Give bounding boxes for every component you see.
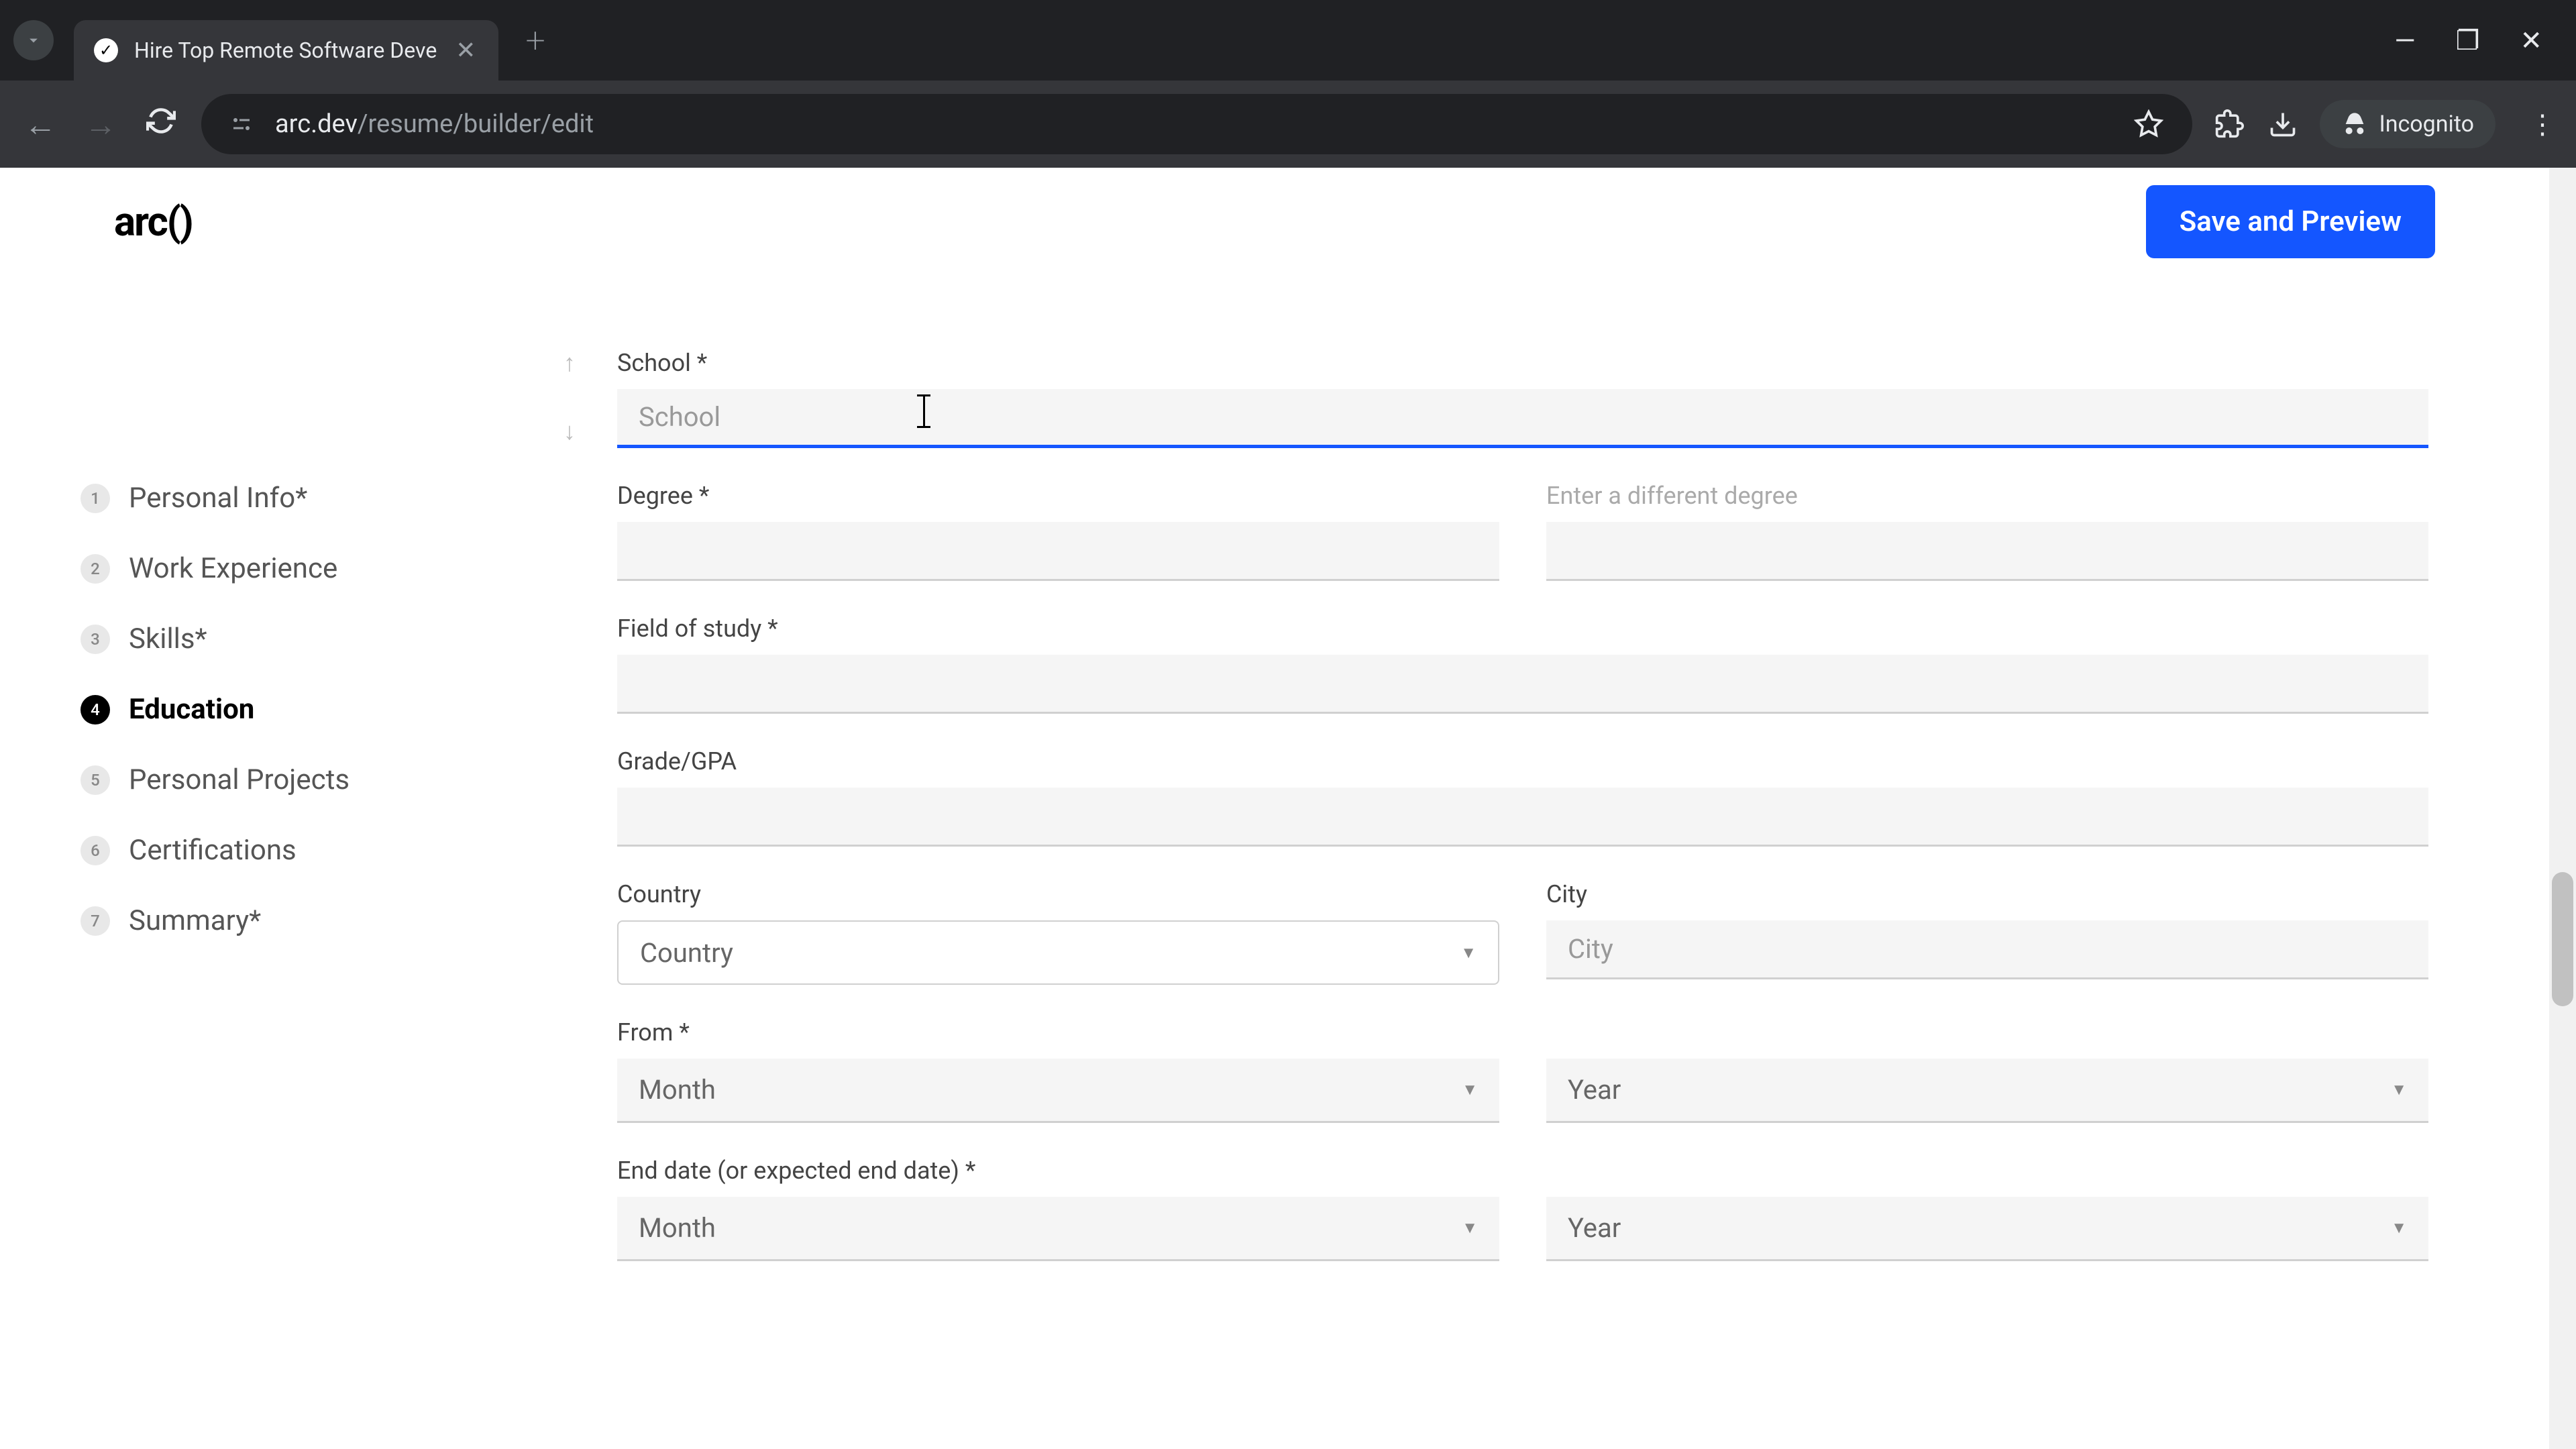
step-label: Education: [129, 693, 254, 726]
incognito-label: Incognito: [2379, 111, 2474, 138]
caret-down-icon: ▼: [1462, 1080, 1478, 1099]
step-label: Summary*: [129, 904, 261, 937]
country-select[interactable]: Country ▼: [617, 920, 1499, 985]
step-number: 3: [80, 625, 110, 654]
chevron-down-icon: [24, 31, 43, 50]
from-label: From *: [617, 1018, 1499, 1046]
step-label: Work Experience: [129, 552, 337, 585]
school-label: School *: [617, 349, 2428, 377]
step-education[interactable]: 4 Education: [80, 674, 550, 745]
tab-favicon: ✓: [94, 38, 118, 62]
browser-titlebar: ✓ Hire Top Remote Software Deve ✕ + — ❐ …: [0, 0, 2576, 80]
step-number: 6: [80, 836, 110, 865]
step-label: Certifications: [129, 834, 297, 867]
step-skills[interactable]: 3 Skills*: [80, 604, 550, 674]
from-year-select[interactable]: Year ▼: [1546, 1059, 2428, 1123]
save-preview-button[interactable]: Save and Preview: [2146, 185, 2435, 258]
end-year-select[interactable]: Year ▼: [1546, 1197, 2428, 1261]
degree-input[interactable]: [617, 522, 1499, 581]
step-work-experience[interactable]: 2 Work Experience: [80, 533, 550, 604]
reorder-controls: ↑ ↓: [564, 349, 576, 445]
reload-icon: [146, 106, 176, 136]
move-up-button[interactable]: ↑: [564, 349, 576, 377]
step-personal-projects[interactable]: 5 Personal Projects: [80, 745, 550, 815]
maximize-button[interactable]: ❐: [2456, 25, 2480, 56]
site-settings-icon[interactable]: [228, 111, 255, 138]
field-of-study-input[interactable]: [617, 655, 2428, 714]
school-input[interactable]: [617, 389, 2428, 448]
bookmark-button[interactable]: [2132, 107, 2165, 141]
steps-sidebar: 1 Personal Info* 2 Work Experience 3 Ski…: [0, 275, 550, 1449]
downloads-button[interactable]: [2266, 107, 2300, 141]
scrollbar-track[interactable]: [2549, 168, 2576, 1449]
step-summary[interactable]: 7 Summary*: [80, 885, 550, 956]
browser-tab[interactable]: ✓ Hire Top Remote Software Deve ✕: [74, 20, 498, 80]
different-degree-label: Enter a different degree: [1546, 482, 2428, 510]
caret-down-icon: ▼: [2391, 1218, 2407, 1238]
caret-down-icon: ▼: [1462, 1218, 1478, 1238]
step-number: 7: [80, 906, 110, 936]
page-content: arc() Save and Preview 1 Personal Info* …: [0, 168, 2576, 1449]
field-of-study-label: Field of study *: [617, 614, 2428, 643]
extensions-button[interactable]: [2212, 107, 2246, 141]
incognito-icon: [2341, 111, 2368, 138]
spacer-label: [1546, 1018, 2428, 1046]
move-down-button[interactable]: ↓: [564, 417, 576, 445]
step-number: 4: [80, 695, 110, 724]
step-label: Personal Projects: [129, 763, 350, 796]
step-label: Personal Info*: [129, 482, 307, 515]
new-tab-button[interactable]: +: [525, 20, 545, 61]
close-window-button[interactable]: ✕: [2520, 25, 2542, 56]
url-text: arc.dev/resume/builder/edit: [275, 109, 2112, 139]
different-degree-input[interactable]: [1546, 522, 2428, 581]
browser-menu-button[interactable]: ⋮: [2529, 109, 2556, 140]
minimize-button[interactable]: —: [2394, 25, 2415, 56]
tab-close-button[interactable]: ✕: [453, 34, 478, 67]
window-controls: — ❐ ✕: [2394, 25, 2563, 56]
step-number: 1: [80, 484, 110, 513]
step-label: Skills*: [129, 623, 207, 655]
logo[interactable]: arc(): [114, 198, 193, 246]
country-label: Country: [617, 880, 1499, 908]
education-form: ↑ ↓ School * Degree * Enter a different …: [550, 275, 2576, 1449]
forward-button[interactable]: →: [80, 105, 121, 144]
back-button[interactable]: ←: [20, 105, 60, 144]
incognito-badge[interactable]: Incognito: [2320, 100, 2496, 148]
grade-input[interactable]: [617, 788, 2428, 847]
from-month-select[interactable]: Month ▼: [617, 1059, 1499, 1123]
caret-down-icon: ▼: [1460, 943, 1477, 963]
step-personal-info[interactable]: 1 Personal Info*: [80, 463, 550, 533]
caret-down-icon: ▼: [2391, 1080, 2407, 1099]
address-bar[interactable]: arc.dev/resume/builder/edit: [201, 94, 2192, 154]
app-header: arc() Save and Preview: [0, 168, 2549, 275]
tab-search-button[interactable]: [13, 20, 54, 60]
step-number: 5: [80, 765, 110, 795]
step-certifications[interactable]: 6 Certifications: [80, 815, 550, 885]
spacer-label: [1546, 1157, 2428, 1185]
grade-label: Grade/GPA: [617, 747, 2428, 775]
step-number: 2: [80, 554, 110, 584]
city-input[interactable]: [1546, 920, 2428, 979]
end-month-select[interactable]: Month ▼: [617, 1197, 1499, 1261]
browser-toolbar: ← → arc.dev/resume/builder/edit Incognit…: [0, 80, 2576, 168]
end-date-label: End date (or expected end date) *: [617, 1157, 1499, 1185]
scrollbar-thumb[interactable]: [2552, 872, 2573, 1006]
tab-title: Hire Top Remote Software Deve: [134, 38, 437, 63]
city-label: City: [1546, 880, 2428, 908]
reload-button[interactable]: [141, 105, 181, 144]
degree-label: Degree *: [617, 482, 1499, 510]
